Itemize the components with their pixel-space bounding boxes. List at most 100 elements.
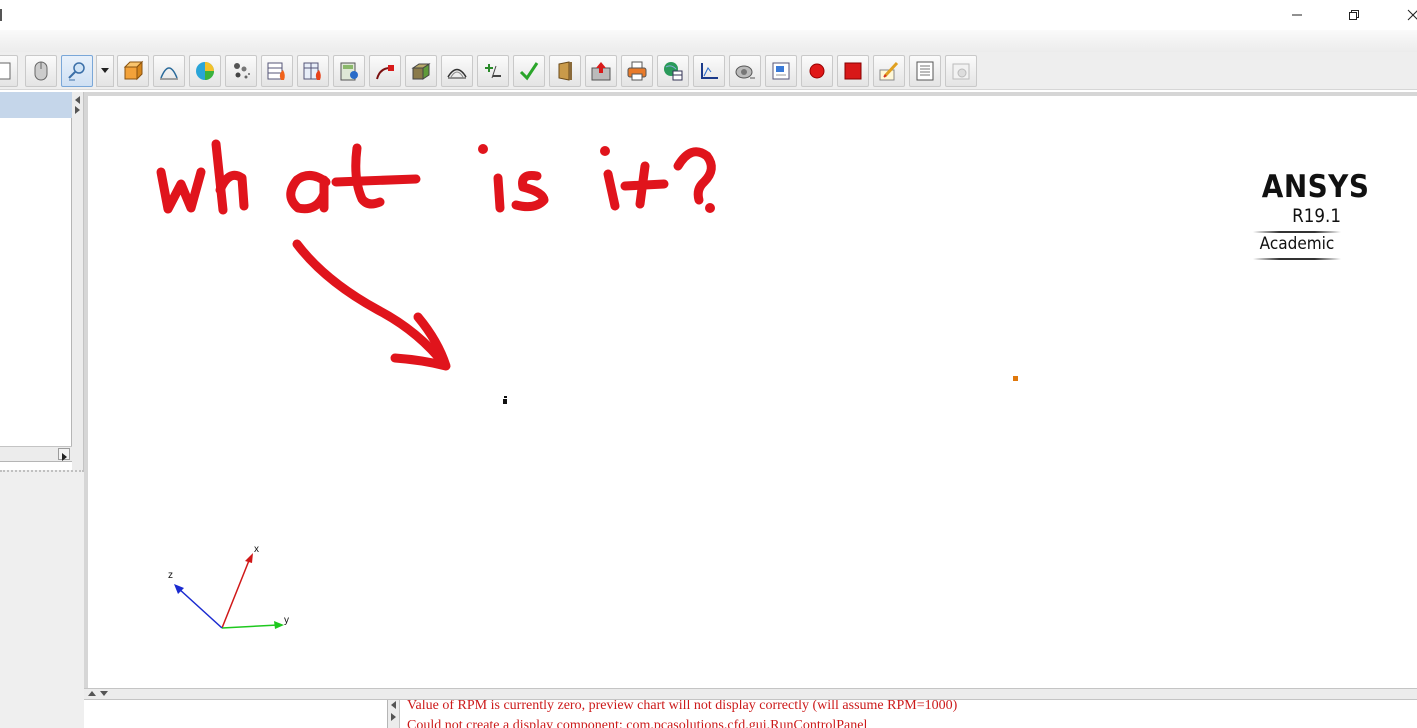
stop-button[interactable]	[837, 55, 869, 87]
image-export-button[interactable]	[765, 55, 797, 87]
globe-table-button[interactable]	[657, 55, 689, 87]
printer-icon	[627, 61, 647, 81]
heat-table-2-icon	[303, 62, 321, 80]
axis-triad: x y z	[168, 544, 289, 629]
logo-edition: Academic	[1259, 234, 1335, 254]
image-export-icon	[772, 62, 790, 80]
tiny-model-marker[interactable]	[502, 396, 508, 405]
axis-x-arrowhead	[245, 553, 253, 563]
box-icon	[123, 60, 144, 81]
tree-horizontal-scrollbar[interactable]	[0, 446, 72, 461]
check-button[interactable]	[513, 55, 545, 87]
plus-minus-icon	[485, 64, 501, 79]
camera-icon	[735, 65, 755, 79]
disabled-icon	[952, 63, 970, 80]
tree-selected-row[interactable]	[0, 92, 72, 118]
blank-tool-button[interactable]	[0, 55, 18, 87]
calculator-button[interactable]	[333, 55, 365, 87]
probe-tool-button[interactable]	[61, 55, 93, 87]
console-line-2: Could not create a display component: co…	[407, 718, 868, 728]
pencil-icon	[879, 61, 899, 81]
plot-axes-icon	[701, 63, 718, 79]
window-icon-stub	[0, 9, 2, 21]
heat-table-button[interactable]	[261, 55, 293, 87]
restore-button[interactable]	[1331, 0, 1377, 30]
contour-button[interactable]	[441, 55, 473, 87]
curve-icon	[160, 67, 178, 80]
record-icon	[809, 63, 825, 79]
console-splitter[interactable]	[388, 700, 400, 728]
close-icon	[1407, 9, 1417, 21]
chevron-right-icon	[62, 453, 67, 461]
package-icon	[411, 63, 431, 80]
package-button[interactable]	[405, 55, 437, 87]
particles-icon	[234, 63, 250, 79]
blank-icon	[0, 62, 11, 80]
geometry-button[interactable]	[117, 55, 149, 87]
menu-band	[0, 30, 1417, 52]
sphere-icon	[196, 62, 214, 80]
printer-button[interactable]	[621, 55, 653, 87]
minimize-icon	[1292, 14, 1302, 16]
axis-x-line	[221, 557, 251, 629]
line-probe-icon	[376, 65, 394, 80]
vertical-splitter[interactable]	[72, 92, 84, 472]
door-icon	[558, 61, 572, 81]
logo-name: ANSYS	[1261, 169, 1370, 205]
disabled-tool-button[interactable]	[945, 55, 977, 87]
restore-icon	[1349, 10, 1359, 20]
mouse-mode-button[interactable]	[25, 55, 57, 87]
chevron-down-icon	[101, 68, 109, 73]
axis-y-label: y	[284, 615, 289, 626]
axis-y-line	[221, 624, 279, 629]
record-button[interactable]	[801, 55, 833, 87]
line-probe-button[interactable]	[369, 55, 401, 87]
logo-rule-bottom	[1253, 258, 1341, 260]
report-icon	[916, 61, 934, 81]
globe-table-icon	[664, 62, 683, 81]
close-button[interactable]	[1390, 0, 1417, 30]
door-button[interactable]	[549, 55, 581, 87]
collapse-left-icon	[75, 96, 80, 104]
contour-icon	[447, 68, 467, 79]
console-line-1: Value of RPM is currently zero, preview …	[407, 700, 958, 713]
axis-x-label: x	[254, 544, 259, 555]
stop-icon	[844, 62, 862, 80]
axis-y-arrowhead	[274, 621, 284, 629]
graphics-viewport[interactable]: ANSYS R19.1 Academic x y z	[88, 96, 1417, 688]
splitter-arrows-vertical-icon	[391, 701, 396, 721]
title-bar	[0, 0, 1417, 30]
probe-icon	[68, 62, 85, 81]
logo-version: R19.1	[1292, 205, 1341, 227]
expand-right-icon	[75, 106, 80, 114]
ansys-logo: ANSYS R19.1 Academic	[1253, 169, 1370, 260]
properties-panel	[0, 470, 84, 728]
camera-button[interactable]	[729, 55, 761, 87]
axis-z-line	[177, 587, 223, 629]
curve-button[interactable]	[153, 55, 185, 87]
probe-dropdown-button[interactable]	[96, 55, 114, 87]
heat-table-icon	[267, 62, 285, 80]
minimize-button[interactable]	[1274, 0, 1320, 30]
particles-button[interactable]	[225, 55, 257, 87]
heat-table-2-button[interactable]	[297, 55, 329, 87]
toolbar	[0, 52, 1417, 90]
message-console[interactable]: Value of RPM is currently zero, preview …	[400, 700, 1417, 728]
edit-button[interactable]	[873, 55, 905, 87]
report-button[interactable]	[909, 55, 941, 87]
model-point[interactable]	[1013, 376, 1018, 381]
scroll-right-button[interactable]	[58, 448, 70, 461]
sphere-button[interactable]	[189, 55, 221, 87]
calculator-icon	[340, 62, 358, 81]
check-icon	[519, 62, 539, 81]
splitter-arrows-icon	[88, 691, 108, 696]
bottom-left-panel	[88, 700, 388, 728]
mouse-icon	[34, 61, 48, 81]
tree-panel[interactable]	[0, 92, 72, 462]
horizontal-splitter[interactable]	[84, 688, 1417, 700]
plot-axes-button[interactable]	[693, 55, 725, 87]
upload-button[interactable]	[585, 55, 617, 87]
app-window: ANSYS R19.1 Academic x y z Value of RPM …	[0, 0, 1417, 728]
plus-minus-button[interactable]	[477, 55, 509, 87]
upload-icon	[591, 62, 611, 81]
